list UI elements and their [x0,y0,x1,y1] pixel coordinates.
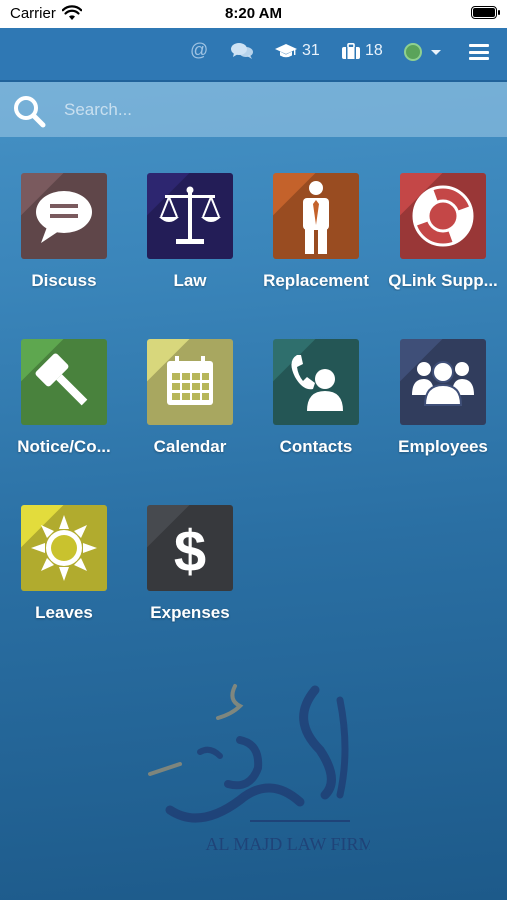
sun-icon [31,515,97,581]
svg-text:AL MAJD LAW FIRM: AL MAJD LAW FIRM [205,834,370,854]
app-qlink-support[interactable]: QLink Supp... [380,173,506,291]
search-icon[interactable] [12,94,46,128]
app-tile [273,339,359,425]
hamburger-icon[interactable] [469,44,489,60]
graduation-cap-icon [275,44,297,58]
battery-icon [471,6,500,19]
app-employees[interactable]: Employees [380,339,506,457]
mentions-button[interactable]: @ [190,40,208,61]
app-label: Leaves [35,603,93,622]
app-discuss[interactable]: Discuss [1,173,127,291]
firm-logo: AL MAJD LAW FIRM [148,684,370,854]
top-navigation-bar: @ 31 18 [0,28,507,82]
app-law[interactable]: Law [127,173,253,291]
lifebuoy-icon [412,185,474,247]
group-icon [412,361,474,406]
jobs-count: 18 [365,42,383,59]
svg-text:$: $ [174,519,206,584]
search-bar [0,82,507,137]
courses-button[interactable]: 31 [275,42,320,60]
app-notice[interactable]: Notice/Co... [1,339,127,457]
app-label: Discuss [31,271,97,290]
at-icon: @ [190,40,209,60]
app-label: Expenses [150,603,230,622]
chat-bubble-icon [36,191,92,243]
caret-down-icon [431,49,441,55]
app-leaves[interactable]: Leaves [1,505,127,623]
app-tile [21,173,107,259]
search-input[interactable] [62,94,486,126]
app-label: Employees [398,437,488,456]
calendar-icon [167,356,213,405]
clock: 8:20 AM [225,5,282,22]
app-calendar[interactable]: Calendar [127,339,253,457]
app-replacement[interactable]: Replacement [253,173,379,291]
app-tile [400,339,486,425]
app-tile: $ [147,505,233,591]
app-label: QLink Supp... [388,271,498,290]
app-tile [147,173,233,259]
person-tie-icon [303,181,329,254]
app-label: Replacement [263,271,369,290]
gavel-icon [35,353,88,406]
phone-contact-icon [291,355,343,411]
user-menu-button[interactable] [404,43,441,61]
app-label: Contacts [279,437,353,456]
avatar [404,43,422,61]
scales-icon [159,186,221,244]
app-contacts[interactable]: Contacts [253,339,379,457]
messages-button[interactable] [231,42,253,60]
jobs-button[interactable]: 18 [342,42,383,60]
briefcase-icon [342,43,360,59]
app-label: Calendar [153,437,227,456]
courses-count: 31 [302,42,320,59]
app-tile [147,339,233,425]
app-tile [21,505,107,591]
dollar-icon: $ [174,519,206,584]
app-label: Notice/Co... [17,437,111,456]
app-tile [400,173,486,259]
app-tile [21,339,107,425]
app-tile [273,173,359,259]
app-expenses[interactable]: $ Expenses [127,505,253,623]
chat-icon [231,43,253,59]
app-label: Law [173,271,207,290]
status-bar: Carrier 8:20 AM [0,0,507,28]
